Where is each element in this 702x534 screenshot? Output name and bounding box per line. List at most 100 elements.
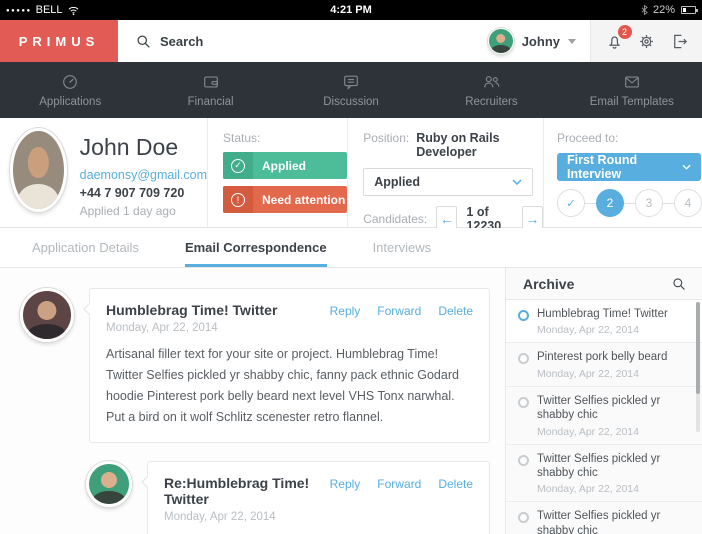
alert-circle-icon: ! <box>223 186 253 213</box>
chat-icon <box>342 73 360 91</box>
nav-label: Applications <box>39 95 102 108</box>
delete-link[interactable]: Delete <box>438 477 473 491</box>
radio-icon[interactable] <box>518 353 529 365</box>
applied-ago-label: Applied 1 day ago <box>79 204 176 218</box>
content-tabs: Application Details Email Correspondence… <box>0 228 702 268</box>
nav-item-financial[interactable]: Financial <box>140 62 280 118</box>
settings-button[interactable] <box>637 32 656 51</box>
proceed-label: Proceed to: <box>557 131 619 145</box>
battery-percent: 22% <box>652 4 675 16</box>
archive-item[interactable]: Pinterest pork belly beard Monday, Apr 2… <box>506 343 702 387</box>
notifications-button[interactable]: 2 <box>605 24 632 51</box>
search-icon <box>136 34 151 49</box>
user-avatar[interactable] <box>487 28 514 54</box>
archive-item[interactable]: Twitter Selfies pickled yr shabby chic M… <box>506 387 702 445</box>
chevron-down-icon <box>682 164 691 170</box>
main-nav: Applications Financial Discussion Recrui… <box>0 62 702 118</box>
candidate-email-link[interactable]: daemonsy@gmail.com <box>80 168 207 182</box>
email-date: Monday, Apr 22, 2014 <box>164 511 276 523</box>
check-circle-icon: ✓ <box>223 152 253 179</box>
reply-link[interactable]: Reply <box>330 304 361 318</box>
status-need-attention-button[interactable]: ! Need attention <box>223 186 347 213</box>
forward-link[interactable]: Forward <box>377 304 421 318</box>
archive-sidebar: Archive Humblebrag Time! Twitter Monday,… <box>505 268 702 534</box>
toolbar-icons: 2 <box>590 20 702 62</box>
carrier-label: BELL <box>35 4 63 16</box>
email-date: Monday, Apr 22, 2014 <box>106 322 218 334</box>
nav-item-email-templates[interactable]: Email Templates <box>562 62 702 118</box>
email-subject: Humblebrag Time! Twitter <box>106 302 278 318</box>
wallet-icon <box>202 73 220 91</box>
stage-stepper: ✓ 2 3 4 <box>557 189 702 217</box>
app-logo[interactable]: PRIMUS <box>0 20 118 62</box>
logout-button[interactable] <box>670 32 689 51</box>
archive-item[interactable]: Humblebrag Time! Twitter Monday, Apr 22,… <box>506 300 702 344</box>
dashboard-icon <box>61 73 79 91</box>
nav-item-discussion[interactable]: Discussion <box>281 62 421 118</box>
archive-search-icon[interactable] <box>672 277 686 291</box>
delete-link[interactable]: Delete <box>438 304 473 318</box>
nav-item-recruiters[interactable]: Recruiters <box>421 62 561 118</box>
email-thread: Humblebrag Time! Twitter Reply Forward D… <box>0 268 505 534</box>
toolbar: PRIMUS Search Johny 2 <box>0 20 702 62</box>
email-subject: Re:Humblebrag Time! Twitter <box>164 475 310 507</box>
archive-title: Archive <box>523 275 575 292</box>
radio-icon[interactable] <box>518 396 529 408</box>
chevron-down-icon <box>512 179 522 185</box>
archive-item[interactable]: Twitter Selfies pickled yr shabby chic M… <box>506 445 702 503</box>
nav-label: Email Templates <box>589 95 674 108</box>
wifi-icon <box>67 5 80 16</box>
step-4[interactable]: 4 <box>674 189 702 217</box>
email-message: Re:Humblebrag Time! Twitter Reply Forwar… <box>0 461 505 534</box>
notification-badge: 2 <box>617 24 632 39</box>
stage-select[interactable]: Applied <box>363 168 534 196</box>
ios-status-bar: ●●●●● BELL 4:21 PM 22% <box>0 0 702 20</box>
battery-icon <box>681 6 698 14</box>
candidate-name: John Doe <box>79 134 179 160</box>
candidate-phone: +44 7 907 709 720 <box>79 186 185 200</box>
reply-link[interactable]: Reply <box>330 477 361 491</box>
tab-email-correspondence[interactable]: Email Correspondence <box>184 228 327 267</box>
proceed-button[interactable]: First Round Interview <box>557 153 701 181</box>
forward-link[interactable]: Forward <box>377 477 421 491</box>
user-menu[interactable]: Johny <box>487 20 590 62</box>
chevron-down-icon <box>568 38 576 44</box>
radio-icon[interactable] <box>518 310 529 321</box>
position-column: Position: Ruby on Rails Developer Applie… <box>348 118 544 233</box>
proceed-column: Proceed to: First Round Interview ✓ 2 3 … <box>544 118 702 227</box>
nav-item-applications[interactable]: Applications <box>0 62 140 118</box>
email-body: Artisanal filler text for your site or p… <box>106 347 459 424</box>
user-name: Johny <box>521 33 560 49</box>
status-label: Status: <box>223 131 261 145</box>
sender-avatar <box>86 461 132 507</box>
position-label: Position: <box>363 131 410 145</box>
tab-interviews[interactable]: Interviews <box>373 228 432 267</box>
status-applied-button[interactable]: ✓ Applied <box>223 152 347 179</box>
archive-item[interactable]: Twitter Selfies pickled yr shabby chic M… <box>506 502 702 534</box>
candidate-avatar <box>10 128 67 212</box>
step-1-done[interactable]: ✓ <box>557 189 585 217</box>
signal-dots-icon: ●●●●● <box>6 7 32 14</box>
candidates-label: Candidates: <box>363 212 428 226</box>
candidate-profile: John Doe daemonsy@gmail.com +44 7 907 70… <box>0 118 702 233</box>
radio-icon[interactable] <box>518 454 529 466</box>
bluetooth-icon <box>640 4 649 16</box>
sender-avatar <box>20 288 74 342</box>
scrollbar-thumb[interactable] <box>696 302 700 394</box>
clock: 4:21 PM <box>330 4 372 16</box>
nav-label: Discussion <box>323 95 379 108</box>
step-2-active[interactable]: 2 <box>596 189 624 217</box>
tab-application-details[interactable]: Application Details <box>32 228 139 267</box>
status-column: Status: ✓ Applied ! Need attention <box>208 118 349 227</box>
search-label: Search <box>160 33 204 49</box>
app-window: ●●●●● BELL 4:21 PM 22% PRIMUS Search Joh… <box>0 0 702 534</box>
email-message: Humblebrag Time! Twitter Reply Forward D… <box>0 288 505 443</box>
nav-label: Financial <box>187 95 234 108</box>
step-3[interactable]: 3 <box>635 189 663 217</box>
position-value: Ruby on Rails Developer <box>416 131 500 159</box>
envelope-icon <box>623 73 641 91</box>
contact-column: John Doe daemonsy@gmail.com +44 7 907 70… <box>0 118 208 227</box>
search-input[interactable]: Search <box>118 20 488 62</box>
radio-icon[interactable] <box>518 512 529 524</box>
people-icon <box>482 73 501 91</box>
